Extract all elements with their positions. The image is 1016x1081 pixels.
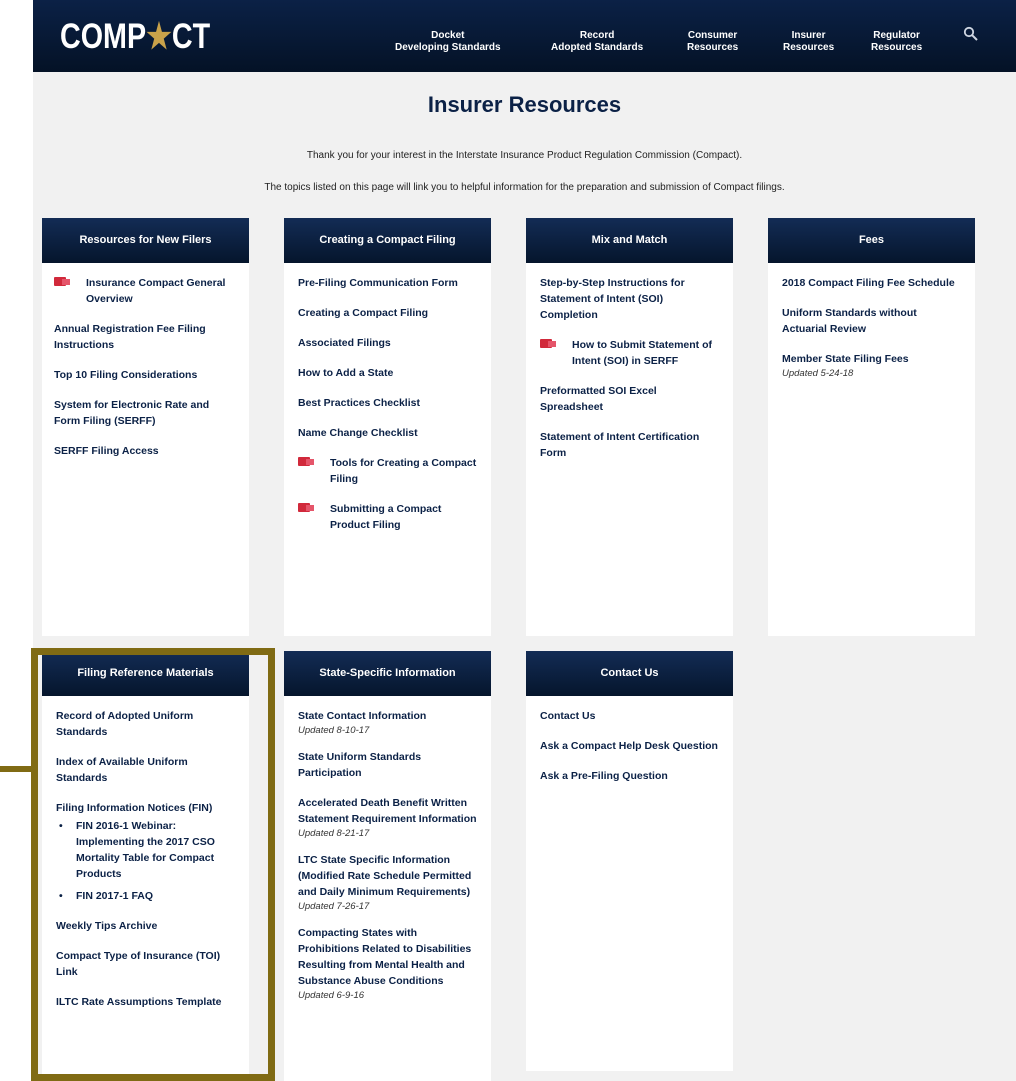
card-header[interactable]: Mix and Match: [526, 218, 733, 263]
pdf-link-tools-creating-filing[interactable]: Tools for Creating a Compact Filing: [298, 455, 479, 487]
nav-insurer-line1: Insurer: [791, 30, 826, 41]
page-title: Insurer Resources: [427, 92, 622, 117]
nav-record-line2: Adopted Standards: [551, 42, 644, 53]
pdf-icon: [298, 503, 318, 514]
pdf-link-general-overview[interactable]: Insurance Compact General Overview: [54, 275, 237, 307]
link-soi-certification[interactable]: Statement of Intent Certification Form: [540, 429, 721, 461]
top-navigation-bar: COMP★CT Docket Developing Standards Reco…: [33, 0, 1016, 72]
pdf-icon: [298, 457, 318, 468]
card-state-specific-information: State-Specific Information State Contact…: [284, 651, 491, 1081]
search-icon[interactable]: [963, 26, 979, 42]
nav-consumer-line2: Resources: [687, 42, 739, 53]
nav-regulator[interactable]: Regulator Resources: [871, 30, 922, 54]
link-associated-filings[interactable]: Associated Filings: [298, 335, 479, 351]
link-serff-system[interactable]: System for Electronic Rate and Form Fili…: [54, 397, 237, 429]
nav-insurer[interactable]: Insurer Resources: [783, 30, 834, 54]
nav-docket[interactable]: Docket Developing Standards: [395, 30, 501, 54]
card-mix-and-match: Mix and Match Step-by-Step Instructions …: [526, 218, 733, 636]
nav-consumer-line1: Consumer: [687, 30, 738, 41]
link-label: Submitting a Compact Product Filing: [330, 503, 442, 531]
updated-date: Updated 8-10-17: [298, 725, 370, 736]
updated-date: Updated 7-26-17: [298, 901, 370, 912]
link-label: How to Submit Statement of Intent (SOI) …: [572, 339, 712, 367]
link-name-change-checklist[interactable]: Name Change Checklist: [298, 425, 479, 441]
card-header[interactable]: State-Specific Information: [284, 651, 491, 696]
card-fees: Fees 2018 Compact Filing Fee Schedule Un…: [768, 218, 975, 636]
pdf-icon: [54, 277, 74, 288]
logo-text-right: CT: [171, 17, 211, 56]
prohibitions-item: Compacting States with Prohibitions Rela…: [298, 925, 479, 1002]
nav-record-line1: Record: [579, 30, 615, 41]
pdf-link-submit-soi-serff[interactable]: How to Submit Statement of Intent (SOI) …: [540, 337, 721, 369]
member-state-fees-item: Member State Filing Fees Updated 5-24-18: [782, 351, 963, 380]
link-best-practices[interactable]: Best Practices Checklist: [298, 395, 479, 411]
pdf-icon: [540, 339, 560, 350]
card-header[interactable]: Resources for New Filers: [42, 218, 249, 263]
link-soi-instructions[interactable]: Step-by-Step Instructions for Statement …: [540, 275, 721, 323]
link-contact-us[interactable]: Contact Us: [540, 708, 721, 724]
updated-date: Updated 8-21-17: [298, 828, 370, 839]
link-label: Insurance Compact General Overview: [86, 277, 226, 305]
compact-logo[interactable]: COMP★CT: [60, 17, 210, 57]
ltc-item: LTC State Specific Information (Modified…: [298, 852, 479, 913]
logo-text-left: COMP: [60, 17, 147, 56]
updated-date: Updated 6-9-16: [298, 990, 365, 1001]
intro-text-2: The topics listed on this page will link…: [264, 182, 785, 193]
nav-consumer[interactable]: Consumer Resources: [687, 30, 738, 54]
nav-regulator-line1: Regulator: [873, 30, 920, 41]
link-add-a-state[interactable]: How to Add a State: [298, 365, 479, 381]
card-contact-us: Contact Us Contact Us Ask a Compact Help…: [526, 651, 733, 1071]
link-help-desk-question[interactable]: Ask a Compact Help Desk Question: [540, 738, 721, 754]
card-creating-a-compact-filing: Creating a Compact Filing Pre-Filing Com…: [284, 218, 491, 636]
adb-item: Accelerated Death Benefit Written Statem…: [298, 795, 479, 840]
link-state-contact-info[interactable]: State Contact Information: [298, 708, 479, 724]
card-header[interactable]: Contact Us: [526, 651, 733, 696]
nav-record[interactable]: Record Adopted Standards: [551, 30, 643, 54]
card-header[interactable]: Creating a Compact Filing: [284, 218, 491, 263]
link-member-state-fees[interactable]: Member State Filing Fees: [782, 351, 963, 367]
nav-regulator-line2: Resources: [871, 42, 923, 53]
nav-insurer-line2: Resources: [783, 42, 835, 53]
logo-star-icon: ★: [146, 17, 172, 56]
link-creating-compact-filing[interactable]: Creating a Compact Filing: [298, 305, 479, 321]
nav-docket-line2: Developing Standards: [395, 42, 501, 53]
link-pre-filing-form[interactable]: Pre-Filing Communication Form: [298, 275, 479, 291]
link-top-10-considerations[interactable]: Top 10 Filing Considerations: [54, 367, 237, 383]
link-ltc-state-specific[interactable]: LTC State Specific Information (Modified…: [298, 852, 479, 900]
nav-docket-line1: Docket: [431, 30, 465, 41]
link-pre-filing-question[interactable]: Ask a Pre-Filing Question: [540, 768, 721, 784]
link-state-standards-participation[interactable]: State Uniform Standards Participation: [298, 749, 479, 781]
link-serff-filing-access[interactable]: SERFF Filing Access: [54, 443, 237, 459]
highlight-box: [31, 648, 275, 1081]
link-accelerated-death-benefit[interactable]: Accelerated Death Benefit Written Statem…: [298, 795, 479, 827]
card-resources-for-new-filers: Resources for New Filers Insurance Compa…: [42, 218, 249, 636]
link-soi-spreadsheet[interactable]: Preformatted SOI Excel Spreadsheet: [540, 383, 721, 415]
link-fee-schedule[interactable]: 2018 Compact Filing Fee Schedule: [782, 275, 963, 291]
pdf-link-submitting-product-filing[interactable]: Submitting a Compact Product Filing: [298, 501, 479, 533]
state-contact-item: State Contact Information Updated 8-10-1…: [298, 708, 479, 737]
intro-text-1: Thank you for your interest in the Inter…: [306, 150, 743, 161]
card-header[interactable]: Fees: [768, 218, 975, 263]
link-compacting-states-prohibitions[interactable]: Compacting States with Prohibitions Rela…: [298, 925, 479, 989]
link-uniform-standards-no-review[interactable]: Uniform Standards without Actuarial Revi…: [782, 305, 963, 337]
link-label: Tools for Creating a Compact Filing: [330, 457, 477, 485]
highlight-connector-line: [0, 766, 33, 772]
link-annual-registration[interactable]: Annual Registration Fee Filing Instructi…: [54, 321, 237, 353]
updated-date: Updated 5-24-18: [782, 368, 854, 379]
